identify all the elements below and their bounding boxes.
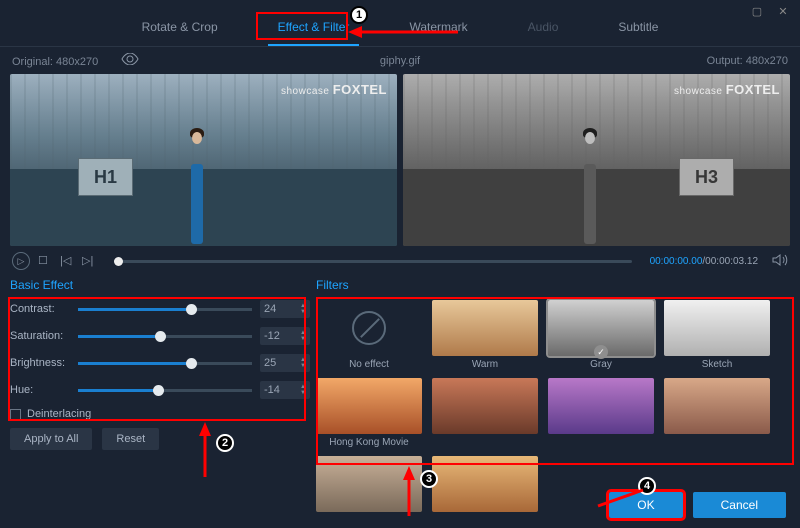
preview-toggle-icon[interactable] bbox=[121, 56, 139, 68]
filter-gray-label: Gray bbox=[548, 359, 654, 370]
tab-effect-filter[interactable]: Effect & Filter bbox=[268, 12, 360, 46]
filter-none[interactable] bbox=[316, 300, 422, 356]
prev-frame-button[interactable]: |◁ bbox=[60, 254, 74, 268]
filter-warm[interactable] bbox=[432, 300, 538, 356]
filter-gray[interactable]: ✓ bbox=[548, 300, 654, 356]
playbar: ▷ ☐ |◁ ▷| 00:00:00.00/00:00:03.12 bbox=[0, 246, 800, 274]
filters-panel: Filters No effect Warm ✓ Gray Sketch bbox=[316, 278, 790, 512]
ok-button[interactable]: OK bbox=[609, 492, 682, 518]
tab-rotate-crop[interactable]: Rotate & Crop bbox=[132, 12, 228, 46]
volume-icon[interactable] bbox=[772, 253, 788, 269]
editor-tabs: Rotate & Crop Effect & Filter Watermark … bbox=[0, 0, 800, 47]
close-button[interactable]: ✕ bbox=[776, 4, 790, 18]
apply-to-all-button[interactable]: Apply to All bbox=[10, 428, 92, 450]
preview-original: H1 showcase FOXTEL bbox=[10, 74, 397, 246]
info-bar: Original: 480x270 giphy.gif Output: 480x… bbox=[0, 47, 800, 74]
tab-watermark[interactable]: Watermark bbox=[399, 12, 477, 46]
check-icon: ✓ bbox=[594, 345, 608, 359]
maximize-button[interactable]: ▢ bbox=[750, 4, 764, 18]
tab-subtitle[interactable]: Subtitle bbox=[608, 12, 668, 46]
timeline-slider[interactable] bbox=[114, 260, 632, 263]
filter-hongkong[interactable] bbox=[316, 378, 422, 434]
logo-main: FOXTEL bbox=[333, 82, 387, 97]
deinterlacing-checkbox[interactable]: Deinterlacing bbox=[10, 408, 310, 420]
filter-extra-2[interactable] bbox=[548, 378, 654, 434]
hue-label: Hue: bbox=[10, 384, 78, 396]
play-button[interactable]: ▷ bbox=[12, 252, 30, 270]
filter-sketch[interactable] bbox=[664, 300, 770, 356]
brightness-label: Brightness: bbox=[10, 357, 78, 369]
contrast-label: Contrast: bbox=[10, 303, 78, 315]
filter-sketch-label: Sketch bbox=[664, 359, 770, 370]
brightness-slider[interactable] bbox=[78, 362, 252, 365]
logo-main: FOXTEL bbox=[726, 82, 780, 97]
next-frame-button[interactable]: ▷| bbox=[82, 254, 96, 268]
saturation-spinner[interactable]: -12▲▼ bbox=[260, 327, 310, 345]
filter-extra-4[interactable] bbox=[316, 456, 422, 512]
cancel-button[interactable]: Cancel bbox=[693, 492, 786, 518]
basic-effect-title: Basic Effect bbox=[10, 278, 310, 292]
tab-audio: Audio bbox=[518, 12, 569, 46]
saturation-label: Saturation: bbox=[10, 330, 78, 342]
saturation-slider[interactable] bbox=[78, 335, 252, 338]
timecode: 00:00:00.00/00:00:03.12 bbox=[650, 256, 758, 267]
basic-effect-panel: Basic Effect Contrast: 24▲▼ Saturation: … bbox=[10, 278, 310, 512]
filter-none-label: No effect bbox=[316, 359, 422, 370]
filter-hongkong-label: Hong Kong Movie bbox=[316, 437, 422, 448]
reset-button[interactable]: Reset bbox=[102, 428, 159, 450]
preview-output: H3 showcase FOXTEL bbox=[403, 74, 790, 246]
original-size-label: Original: 480x270 bbox=[12, 56, 98, 68]
filter-extra-3[interactable] bbox=[664, 378, 770, 434]
filename-label: giphy.gif bbox=[380, 55, 420, 67]
filters-title: Filters bbox=[316, 278, 790, 292]
brightness-spinner[interactable]: 25▲▼ bbox=[260, 354, 310, 372]
logo-small: showcase bbox=[281, 86, 329, 97]
filter-extra-5[interactable] bbox=[432, 456, 538, 512]
hue-slider[interactable] bbox=[78, 389, 252, 392]
logo-small: showcase bbox=[674, 86, 722, 97]
filter-warm-label: Warm bbox=[432, 359, 538, 370]
hue-spinner[interactable]: -14▲▼ bbox=[260, 381, 310, 399]
board-label: H1 bbox=[94, 167, 117, 188]
filter-extra-1[interactable] bbox=[432, 378, 538, 434]
contrast-spinner[interactable]: 24▲▼ bbox=[260, 300, 310, 318]
no-effect-icon bbox=[352, 311, 386, 345]
stop-button[interactable]: ☐ bbox=[38, 254, 52, 268]
board-label: H3 bbox=[695, 167, 718, 188]
output-size-label: Output: 480x270 bbox=[707, 55, 788, 67]
contrast-slider[interactable] bbox=[78, 308, 252, 311]
